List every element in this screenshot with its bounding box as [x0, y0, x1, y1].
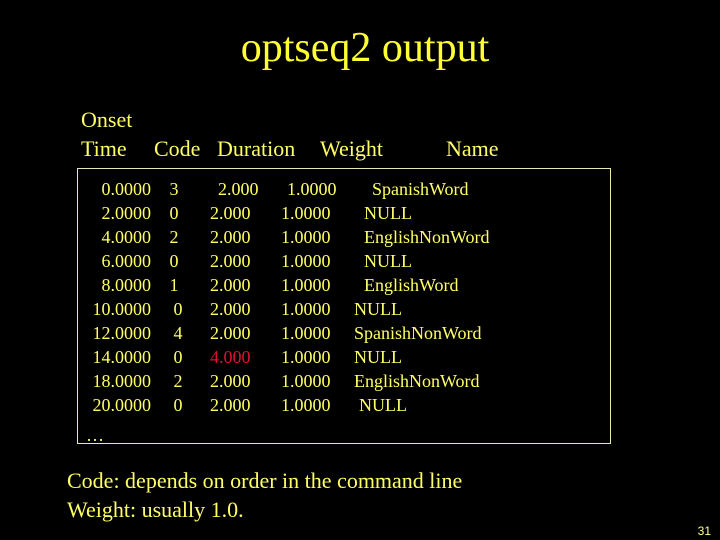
onset-cell: 18.0000	[92, 371, 152, 391]
code-cell: 0	[169, 251, 179, 271]
slide-title: optseq2 output	[240, 25, 490, 71]
code-cell: 0	[173, 395, 183, 415]
table-row: 10.0000 0 2.000 1.0000 NULL	[78, 297, 608, 321]
table-row: 18.0000 2 2.000 1.0000 EnglishNonWord	[78, 369, 608, 393]
duration-cell: 2.000	[210, 323, 251, 343]
onset-cell: 10.0000	[92, 299, 152, 319]
weight-cell: 1.0000	[281, 299, 331, 319]
duration-cell: 2.000	[210, 251, 251, 271]
code-cell: 0	[169, 203, 179, 223]
header-code: Code	[154, 136, 201, 161]
onset-cell: 6.0000	[101, 251, 152, 271]
name-cell: NULL	[359, 395, 407, 415]
name-cell: SpanishNonWord	[354, 323, 482, 343]
duration-cell: 2.000	[210, 299, 251, 319]
duration-cell: 2.000	[210, 371, 251, 391]
weight-cell: 1.0000	[281, 371, 331, 391]
table-row: 12.0000 4 2.000 1.0000 SpanishNonWord	[78, 321, 608, 345]
onset-cell: 4.0000	[101, 227, 152, 247]
table-row: 20.0000 0 2.000 1.0000 NULL	[78, 393, 608, 417]
code-cell: 3	[169, 179, 179, 199]
weight-cell: 1.0000	[287, 179, 337, 199]
duration-cell: 2.000	[210, 275, 251, 295]
table-row: 6.0000 0 2.000 1.0000 NULL	[78, 249, 608, 273]
onset-cell: 0.0000	[101, 179, 152, 199]
header-name: Name	[446, 136, 499, 161]
name-cell: EnglishNonWord	[364, 227, 490, 247]
weight-cell: 1.0000	[281, 347, 331, 367]
onset-cell: 12.0000	[92, 323, 152, 343]
duration-cell: 4.000	[210, 347, 251, 367]
weight-cell: 1.0000	[281, 395, 331, 415]
onset-cell: 2.0000	[101, 203, 152, 223]
weight-cell: 1.0000	[281, 203, 331, 223]
table-row: 4.0000 2 2.000 1.0000 EnglishNonWord	[78, 225, 608, 249]
name-cell: EnglishNonWord	[354, 371, 480, 391]
name-cell: NULL	[354, 299, 402, 319]
name-cell: NULL	[364, 203, 412, 223]
name-cell: EnglishWord	[364, 275, 459, 295]
onset-cell: 14.0000	[92, 347, 152, 367]
weight-cell: 1.0000	[281, 251, 331, 271]
header-onset: Onset	[81, 107, 133, 132]
page-number: 31	[697, 524, 711, 538]
ellipsis-row: …	[86, 425, 104, 445]
name-cell: SpanishWord	[372, 179, 469, 199]
onset-cell: 8.0000	[101, 275, 152, 295]
weight-cell: 1.0000	[281, 275, 331, 295]
code-cell: 0	[173, 299, 183, 319]
table-row: 0.0000 3 2.000 1.0000 SpanishWord	[78, 177, 608, 201]
table-row: 14.0000 0 4.000 1.0000 NULL	[78, 345, 608, 369]
code-cell: 2	[169, 227, 179, 247]
code-cell: 2	[173, 371, 183, 391]
weight-cell: 1.0000	[281, 227, 331, 247]
name-cell: NULL	[354, 347, 402, 367]
duration-cell: 2.000	[210, 395, 251, 415]
header-weight: Weight	[320, 136, 383, 161]
table-row: 8.0000 1 2.000 1.0000 EnglishWord	[78, 273, 608, 297]
duration-cell: 2.000	[218, 179, 259, 199]
onset-cell: 20.0000	[92, 395, 152, 415]
duration-cell: 2.000	[210, 203, 251, 223]
code-cell: 1	[169, 275, 179, 295]
weight-cell: 1.0000	[281, 323, 331, 343]
code-cell: 0	[173, 347, 183, 367]
code-cell: 4	[173, 323, 183, 343]
table-row: 2.0000 0 2.000 1.0000 NULL	[78, 201, 608, 225]
note-code: Code: depends on order in the command li…	[67, 468, 463, 493]
note-weight: Weight: usually 1.0.	[67, 497, 244, 522]
duration-cell: 2.000	[210, 227, 251, 247]
name-cell: NULL	[364, 251, 412, 271]
header-duration: Duration	[217, 136, 296, 161]
output-table: … 0.0000 3 2.000 1.0000 SpanishWord 2.0000 0 2.…	[77, 168, 611, 445]
header-time: Time	[81, 136, 127, 161]
